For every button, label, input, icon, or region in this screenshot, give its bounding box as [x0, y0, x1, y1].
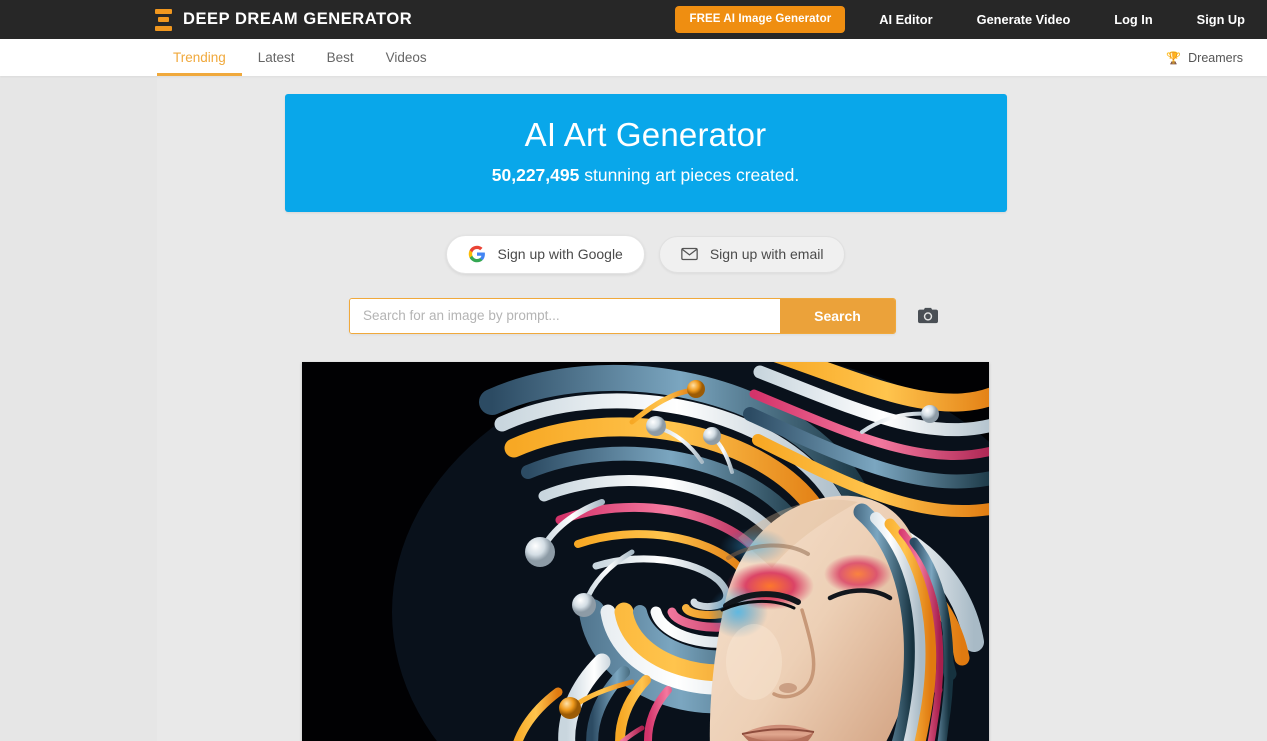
camera-search-button[interactable] — [914, 303, 942, 328]
signup-button-row: Sign up with Google Sign up with email — [445, 234, 846, 274]
tab-latest[interactable]: Latest — [242, 39, 311, 76]
nav-link-sign-up[interactable]: Sign Up — [1197, 6, 1245, 33]
tab-trending[interactable]: Trending — [157, 39, 242, 76]
sign-up-with-google-button[interactable]: Sign up with Google — [445, 234, 645, 274]
page-body: AI Art Generator 50,227,495 stunning art… — [0, 76, 1267, 741]
search-box: Search — [349, 297, 896, 334]
feed-tabs: Trending Latest Best Videos — [157, 39, 443, 76]
art-pieces-count: 50,227,495 — [491, 164, 580, 185]
tab-best[interactable]: Best — [311, 39, 370, 76]
nav-link-generate-video[interactable]: Generate Video — [977, 6, 1071, 33]
search-input[interactable] — [350, 298, 780, 333]
envelope-icon — [681, 247, 698, 261]
top-header-bar: DEEP DREAM GENERATOR FREE AI Image Gener… — [0, 0, 1267, 39]
nav-link-ai-editor[interactable]: AI Editor — [879, 6, 932, 33]
hero-banner: AI Art Generator 50,227,495 stunning art… — [284, 94, 1007, 212]
art-pieces-count-text: 50,227,495 stunning art pieces created. — [305, 165, 987, 186]
dreamers-link[interactable]: 🏆 Dreamers — [1166, 39, 1267, 76]
camera-icon — [918, 308, 938, 327]
hamburger-logo-icon — [155, 8, 172, 31]
main-content: AI Art Generator 50,227,495 stunning art… — [0, 76, 1267, 741]
tab-videos[interactable]: Videos — [370, 39, 443, 76]
sign-up-with-email-label: Sign up with email — [709, 245, 824, 262]
free-ai-image-generator-button[interactable]: FREE AI Image Generator — [675, 6, 846, 33]
sign-up-with-google-label: Sign up with Google — [497, 245, 623, 262]
trophy-icon: 🏆 — [1166, 50, 1182, 65]
search-button[interactable]: Search — [780, 298, 895, 333]
art-pieces-count-suffix: stunning art pieces created. — [579, 164, 800, 185]
dreamers-label: Dreamers — [1188, 50, 1243, 65]
top-navigation: FREE AI Image Generator AI Editor Genera… — [675, 6, 1267, 33]
secondary-navigation-bar: Trending Latest Best Videos 🏆 Dreamers — [0, 39, 1267, 76]
nav-link-log-in[interactable]: Log In — [1114, 6, 1152, 33]
google-g-icon — [468, 245, 486, 263]
search-row: Search — [349, 297, 942, 334]
featured-artwork-image[interactable] — [302, 361, 989, 741]
brand-name: DEEP DREAM GENERATOR — [183, 10, 413, 28]
page-title: AI Art Generator — [524, 116, 767, 153]
brand-logo-link[interactable]: DEEP DREAM GENERATOR — [155, 8, 413, 31]
sign-up-with-email-button[interactable]: Sign up with email — [658, 235, 846, 273]
